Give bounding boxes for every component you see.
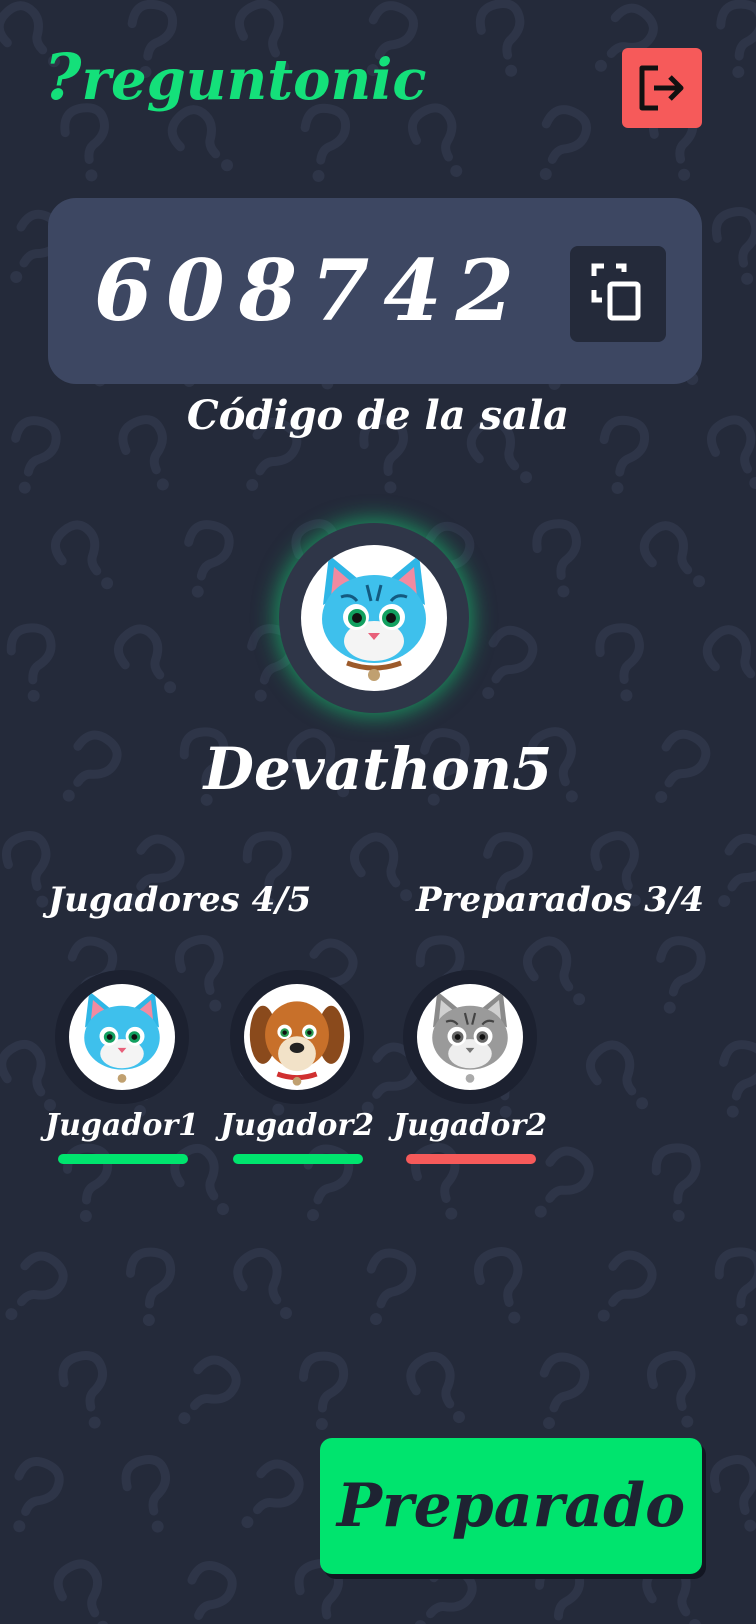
pattern-question-mark (53, 1559, 109, 1624)
pattern-question-mark (539, 1352, 590, 1430)
pattern-question-mark (719, 1040, 756, 1118)
pattern-question-mark (233, 1247, 292, 1320)
ready-count: Preparados 3/4 (415, 880, 704, 920)
code-digit: 6 (94, 240, 153, 340)
pattern-question-mark (187, 1560, 237, 1621)
pattern-question-mark (714, 1247, 756, 1326)
copy-icon (591, 263, 641, 321)
pattern-question-mark (121, 1455, 171, 1533)
code-digit: 4 (383, 240, 442, 340)
pattern-question-mark (6, 623, 56, 702)
pattern-question-mark (709, 1455, 756, 1532)
pattern-question-mark (639, 521, 706, 588)
pattern-question-mark (532, 519, 581, 598)
pattern-question-mark (178, 1355, 241, 1425)
pattern-question-mark (125, 1247, 176, 1327)
blue-cat-avatar-icon (322, 555, 426, 681)
player-card: Jugador2 (393, 970, 547, 1170)
pattern-question-mark (60, 103, 109, 182)
pattern-question-mark (711, 207, 756, 285)
username: Devathon5 (203, 735, 553, 803)
player-name: Jugador2 (219, 1108, 375, 1143)
ready-status-bar (58, 1154, 188, 1164)
not-ready-status-bar (406, 1154, 536, 1164)
pattern-question-mark (13, 1456, 64, 1533)
pattern-question-mark (366, 1248, 417, 1326)
pattern-question-mark (406, 1351, 465, 1424)
copy-code-button[interactable] (570, 246, 666, 342)
pattern-question-mark (184, 520, 234, 598)
code-digit: 7 (310, 240, 370, 340)
room-code-card: 6 0 8 7 4 2 (48, 198, 702, 384)
pattern-question-mark (656, 936, 706, 1014)
blue-cat-avatar-icon (84, 991, 160, 1083)
pattern-question-mark (473, 1247, 523, 1324)
pattern-question-mark (482, 625, 538, 699)
pattern-question-mark (718, 833, 756, 907)
app-logo: ?reguntonic (44, 40, 427, 115)
players-count: Jugadores 4/5 (48, 880, 312, 920)
pattern-question-mark (5, 1251, 68, 1321)
pattern-question-mark (595, 623, 644, 702)
pattern-question-mark (597, 1250, 657, 1322)
pattern-question-mark (539, 105, 591, 181)
code-digit: 8 (238, 240, 298, 340)
pattern-question-mark (702, 625, 756, 679)
code-digit: 2 (455, 240, 514, 340)
pattern-question-mark (475, 0, 525, 77)
pattern-question-mark (298, 1351, 349, 1431)
room-code-label: Código de la sala (186, 392, 570, 439)
pattern-question-mark (113, 624, 177, 694)
player-card: Jugador2 (220, 970, 374, 1170)
pattern-question-mark (241, 1459, 304, 1529)
ready-status-bar (233, 1154, 363, 1164)
gray-cat-avatar-icon (432, 991, 508, 1083)
code-digit: 0 (166, 240, 225, 340)
user-avatar (279, 523, 469, 713)
player-name: Jugador1 (44, 1108, 200, 1143)
pattern-question-mark (651, 1143, 701, 1222)
player-list: Jugador1 Jugador2 Jugador2 (45, 970, 652, 1170)
player-card: Jugador1 (45, 970, 199, 1170)
pattern-question-mark (50, 520, 114, 590)
pattern-question-mark (716, 0, 756, 79)
logout-icon (639, 65, 684, 111)
room-code: 6 0 8 7 4 2 (94, 230, 514, 350)
pattern-question-mark (646, 1351, 696, 1428)
brown-dog-avatar-icon (249, 1001, 345, 1086)
exit-button[interactable] (622, 48, 702, 128)
player-name: Jugador2 (392, 1108, 548, 1143)
pattern-question-mark (167, 105, 234, 172)
ready-button[interactable]: Preparado (320, 1438, 702, 1574)
pattern-question-mark (349, 832, 413, 902)
pattern-question-mark (58, 1351, 108, 1429)
pattern-question-mark (300, 103, 351, 182)
